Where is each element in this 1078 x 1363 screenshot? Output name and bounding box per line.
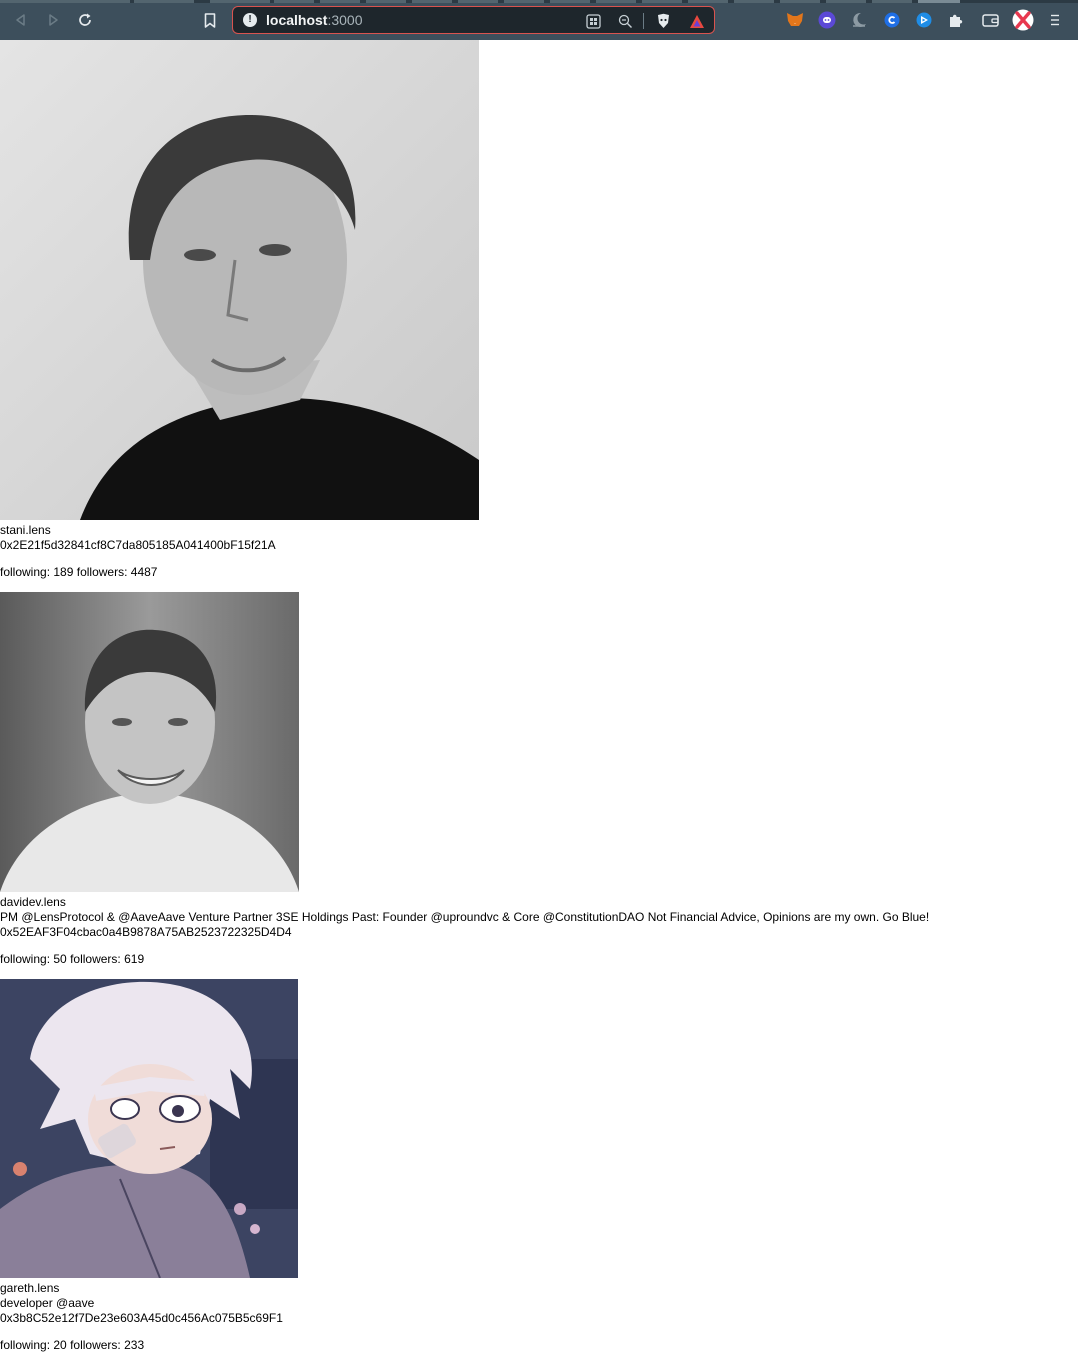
profile-picture: [0, 592, 299, 892]
brave-shields-icon[interactable]: [655, 13, 671, 29]
profile-list: stani.lens 0x2E21f5d32841cf8C7da805185A0…: [0, 40, 1078, 1353]
qr-code-icon[interactable]: [585, 13, 601, 29]
profile-stats: following: 50 followers: 619: [0, 952, 1078, 967]
browser-toolbar: ! localhost:3000: [0, 0, 1078, 40]
zoom-out-icon[interactable]: [617, 13, 633, 29]
wallet-icon[interactable]: [981, 11, 999, 29]
following-count: 189: [53, 565, 74, 579]
followers-count: 4487: [130, 565, 158, 579]
ghost-extension-icon[interactable]: [818, 11, 836, 29]
extensions-icon[interactable]: [947, 11, 965, 29]
profile-picture: [0, 40, 479, 520]
address-bar[interactable]: ! localhost:3000: [232, 6, 715, 34]
followers-label: followers:: [70, 952, 121, 966]
followers-label: followers:: [76, 565, 128, 579]
following-label: following:: [0, 952, 51, 966]
profile-card: stani.lens 0x2E21f5d32841cf8C7da805185A0…: [0, 40, 1078, 592]
forward-icon[interactable]: [43, 10, 63, 30]
extension-icon[interactable]: [915, 11, 933, 29]
followers-count: 619: [124, 952, 145, 966]
metamask-icon[interactable]: [786, 11, 804, 29]
reload-icon[interactable]: [75, 10, 95, 30]
following-count: 50: [53, 952, 67, 966]
profile-bio: developer @aave: [0, 1296, 95, 1310]
site-info-icon[interactable]: !: [243, 13, 257, 27]
menu-icon[interactable]: [1046, 11, 1064, 29]
profile-bio: PM @LensProtocol & @AaveAave Venture Par…: [0, 910, 930, 924]
back-icon[interactable]: [11, 10, 31, 30]
profile-stats: following: 20 followers: 233: [0, 1338, 1078, 1353]
following-count: 20: [53, 1338, 67, 1352]
profile-address: 0x2E21f5d32841cf8C7da805185A041400bF15f2…: [0, 538, 276, 552]
followers-label: followers:: [70, 1338, 121, 1352]
url-host: localhost: [266, 12, 328, 28]
profile-stats: following: 189 followers: 4487: [0, 565, 1078, 580]
following-label: following:: [0, 1338, 51, 1352]
url-port: :3000: [327, 12, 363, 28]
profile-picture: [0, 979, 298, 1278]
following-label: following:: [0, 565, 51, 579]
url-divider: [643, 13, 644, 29]
profile-card: gareth.lens developer @aave 0x3b8C52e12f…: [0, 979, 1078, 1353]
profile-handle: gareth.lens: [0, 1281, 60, 1295]
coinbase-icon[interactable]: [883, 11, 901, 29]
bookmark-icon[interactable]: [200, 10, 220, 30]
profile-handle: stani.lens: [0, 523, 51, 537]
brave-rewards-icon[interactable]: [689, 13, 705, 29]
profile-handle: davidev.lens: [0, 895, 66, 909]
profile-address: 0x52EAF3F04cbac0a4B9878A75AB2523722325D4…: [0, 925, 292, 939]
profile-address: 0x3b8C52e12f7De23e603A45d0c456Ac075B5c69…: [0, 1311, 283, 1325]
tab-strip[interactable]: [0, 0, 1078, 3]
profile-extension-icon[interactable]: [1012, 9, 1034, 31]
followers-count: 233: [124, 1338, 145, 1352]
night-mode-icon[interactable]: [850, 11, 868, 29]
profile-card: davidev.lens PM @LensProtocol & @AaveAav…: [0, 592, 1078, 979]
